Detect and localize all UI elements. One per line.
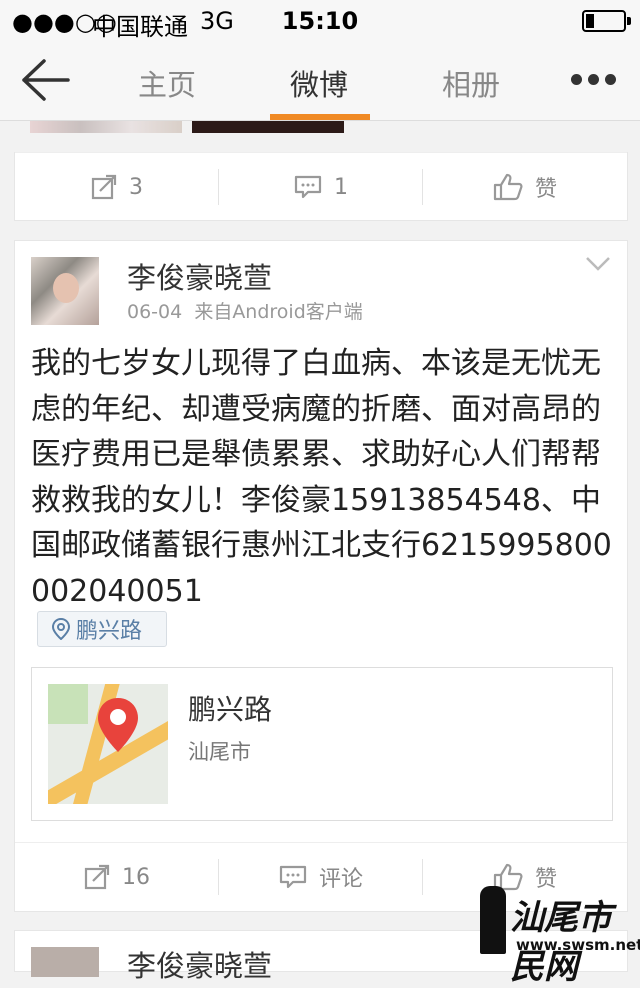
tab-home[interactable]: 主页 xyxy=(138,62,196,104)
location-pin-icon xyxy=(52,618,70,640)
comment-icon xyxy=(279,864,307,890)
repost-count: 16 xyxy=(122,864,150,890)
prev-post-image[interactable] xyxy=(192,121,344,133)
repost-button[interactable]: 3 xyxy=(15,153,219,221)
avatar[interactable] xyxy=(31,947,99,977)
location-tag-label: 鹏兴路 xyxy=(76,619,143,644)
back-arrow-icon xyxy=(22,59,70,101)
post-content: 我的七岁女儿现得了白血病、本该是无忧无虑的年纪、却遭受病魔的折磨、面对高昂的医疗… xyxy=(31,346,612,609)
comment-button[interactable]: 1 xyxy=(219,153,423,221)
active-tab-indicator xyxy=(270,114,370,120)
comment-label: 评论 xyxy=(318,867,363,892)
location-name: 鹏兴路 xyxy=(188,693,273,726)
prev-post-images xyxy=(14,121,626,155)
chevron-down-icon xyxy=(586,257,610,271)
status-bar: ●●●○○ 中国联通 3G 15:10 xyxy=(0,0,640,41)
post-meta: 06-04 来自Android客户端 xyxy=(127,297,363,324)
post-menu-button[interactable] xyxy=(585,255,611,273)
repost-icon xyxy=(91,174,117,200)
like-label: 赞 xyxy=(534,177,557,202)
prev-post-card: 3 1 赞 xyxy=(14,152,628,221)
post-card: 李俊豪晓萱 06-04 来自Android客户端 我的七岁女儿现得了白血病、本该… xyxy=(14,240,628,912)
battery-icon xyxy=(582,10,631,32)
repost-count: 3 xyxy=(129,174,143,200)
comment-button[interactable]: 评论 xyxy=(219,843,423,911)
more-icon[interactable] xyxy=(571,74,616,85)
prev-post-image[interactable] xyxy=(30,121,182,133)
location-tag[interactable]: 鹏兴路 xyxy=(37,611,167,647)
location-city: 汕尾市 xyxy=(188,740,251,764)
prev-post-action-bar: 3 1 赞 xyxy=(15,152,627,221)
tab-weibo[interactable]: 微博 xyxy=(290,62,348,104)
like-button[interactable]: 赞 xyxy=(423,153,627,221)
profile-nav-bar: 主页 微博 相册 xyxy=(0,40,640,121)
thumbs-up-icon xyxy=(493,173,523,201)
clock: 15:10 xyxy=(281,7,359,35)
watermark-url: www.swsm.net xyxy=(516,936,640,954)
post-username[interactable]: 李俊豪晓萱 xyxy=(127,943,272,985)
tab-album[interactable]: 相册 xyxy=(442,62,500,104)
repost-icon xyxy=(84,864,110,890)
post-source: 来自Android客户端 xyxy=(194,301,363,323)
avatar[interactable] xyxy=(31,257,99,325)
site-watermark: 汕尾市民网 www.swsm.net xyxy=(470,886,640,987)
person-silhouette-icon xyxy=(480,886,506,954)
post-username[interactable]: 李俊豪晓萱 xyxy=(127,255,272,297)
map-thumbnail xyxy=(48,684,168,804)
comment-count: 1 xyxy=(334,174,348,200)
comment-icon xyxy=(294,174,322,200)
map-pin-icon xyxy=(98,698,138,752)
location-card[interactable]: 鹏兴路 汕尾市 xyxy=(31,667,613,821)
post-date: 06-04 xyxy=(127,301,183,323)
back-button[interactable] xyxy=(20,58,70,102)
repost-button[interactable]: 16 xyxy=(15,843,219,911)
